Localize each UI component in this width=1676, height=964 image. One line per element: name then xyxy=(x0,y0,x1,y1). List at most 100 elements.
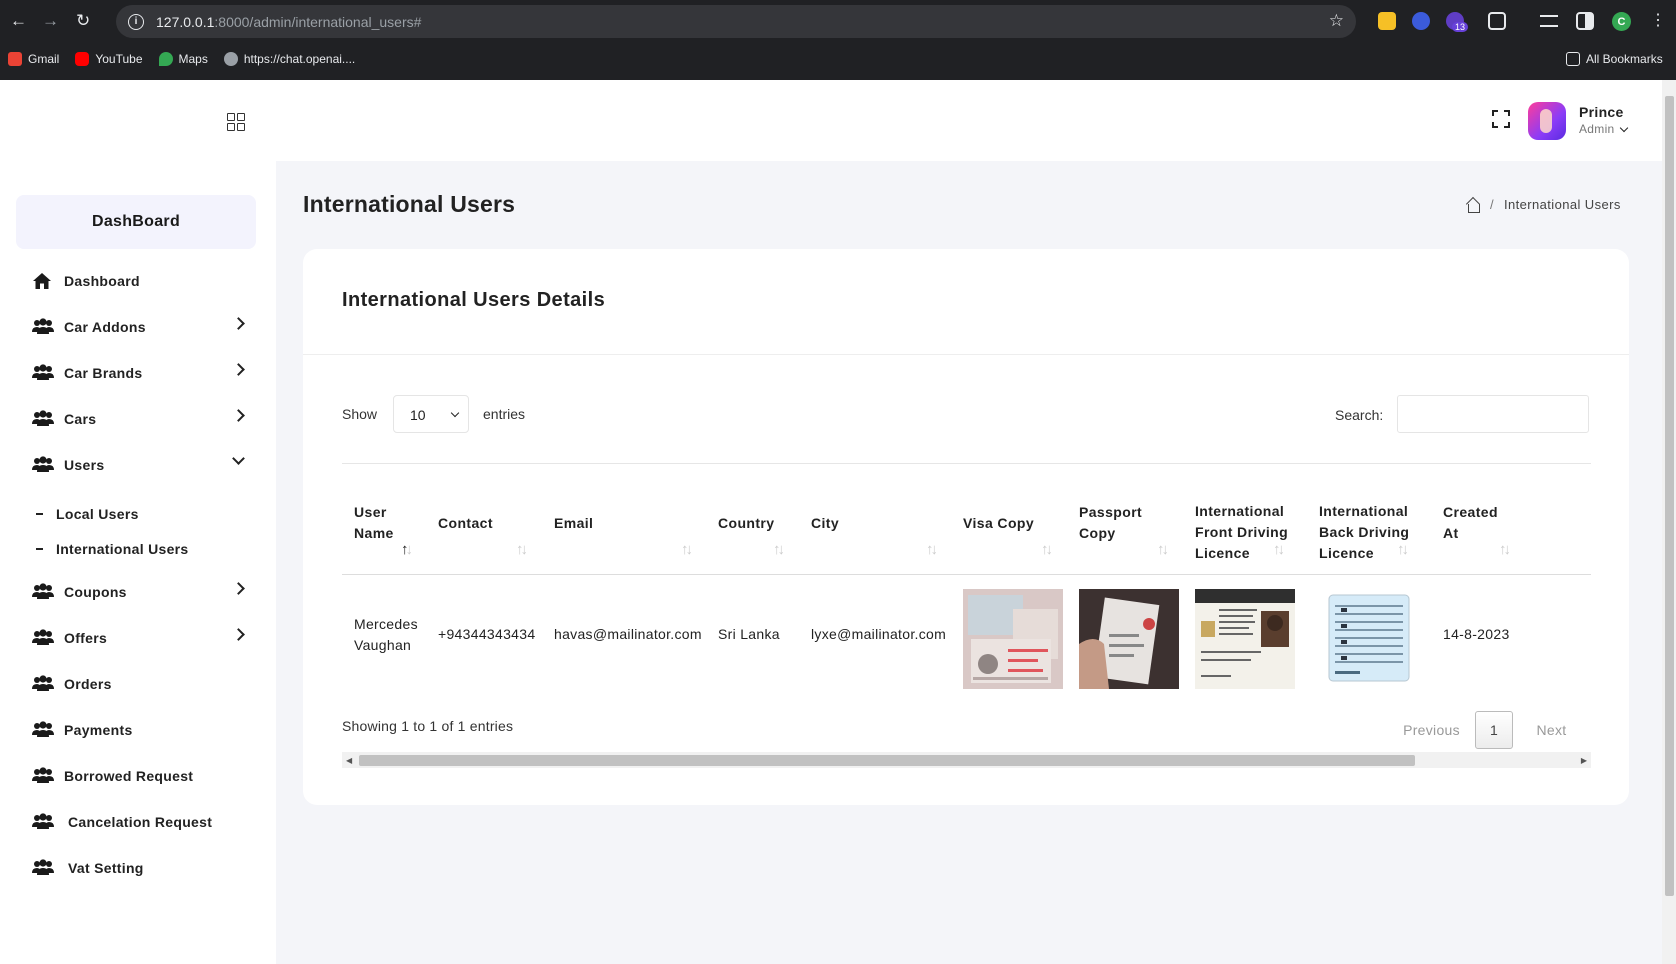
column-header-country[interactable]: Country ↑↓ xyxy=(718,464,798,574)
sidebar-item-orders[interactable]: Orders xyxy=(0,661,276,707)
bookmark-chatgpt[interactable]: https://chat.openai.... xyxy=(223,52,355,66)
visa-copy-image[interactable] xyxy=(963,589,1063,689)
sidebar-item-label: Car Brands xyxy=(64,365,143,381)
sidebar-subitem-international-users[interactable]: International Users xyxy=(0,531,276,566)
scroll-thumb[interactable] xyxy=(359,755,1415,766)
sort-icon: ↑↓ xyxy=(401,541,413,558)
home-icon[interactable] xyxy=(1466,198,1480,213)
extensions-puzzle-icon[interactable] xyxy=(1488,12,1506,30)
chevron-down-icon xyxy=(450,408,460,418)
users-icon xyxy=(32,410,54,428)
column-header-passport-copy[interactable]: Passport Copy ↑↓ xyxy=(1079,464,1179,574)
extension-icon[interactable] xyxy=(1412,12,1430,30)
next-button[interactable]: Next xyxy=(1513,711,1590,749)
extension-badge: 13 xyxy=(1452,22,1469,32)
topbar: Prince Admin xyxy=(276,80,1662,161)
sidebar-item-label: Cancelation Request xyxy=(68,814,213,830)
column-header-email[interactable]: Email ↑↓ xyxy=(554,464,704,574)
bookmark-maps[interactable]: Maps xyxy=(158,52,208,66)
scroll-right-arrow-icon[interactable]: ▶ xyxy=(1581,756,1587,765)
users-icon xyxy=(32,364,54,382)
sidebar-item-vat-setting[interactable]: Vat Setting xyxy=(0,845,276,891)
url-path: :8000/admin/international_users# xyxy=(214,13,422,30)
table-horizontal-scrollbar[interactable]: ◀ ▶ xyxy=(342,752,1591,768)
users-icon xyxy=(32,318,54,336)
sidebar-item-borrowed-request[interactable]: Borrowed Request xyxy=(0,753,276,799)
sidebar-subitem-label: Local Users xyxy=(56,505,139,522)
column-header-contact[interactable]: Contact ↑↓ xyxy=(438,464,538,574)
search-input[interactable] xyxy=(1397,395,1589,433)
bookmark-youtube[interactable]: YouTube xyxy=(75,52,143,66)
cell-contact: +94344343434 xyxy=(438,626,536,642)
column-header-front-licence[interactable]: International Front Driving Licence ↑↓ xyxy=(1195,464,1305,574)
back-icon[interactable]: ← xyxy=(10,12,27,30)
user-role-dropdown[interactable]: Admin xyxy=(1579,122,1628,136)
sidebar-brand[interactable]: DashBoard xyxy=(16,195,256,249)
page-title: International Users xyxy=(303,191,516,217)
column-header-visa-copy[interactable]: Visa Copy ↑↓ xyxy=(963,464,1063,574)
reading-list-icon[interactable] xyxy=(1540,15,1558,27)
back-licence-image[interactable] xyxy=(1319,589,1419,689)
sidebar-item-label: Offers xyxy=(64,630,108,646)
sort-icon: ↑↓ xyxy=(1041,541,1053,558)
column-header-created-at[interactable]: Created At ↑↓ xyxy=(1443,464,1523,574)
column-header-city[interactable]: City ↑↓ xyxy=(811,464,951,574)
page-1-button[interactable]: 1 xyxy=(1475,711,1513,749)
home-icon xyxy=(32,272,54,290)
previous-button[interactable]: Previous xyxy=(1388,711,1475,749)
sidebar-item-label: Users xyxy=(64,457,105,473)
sidebar-menu: Dashboard Car Addons Car Brands Cars Use… xyxy=(0,258,276,891)
sort-icon: ↑↓ xyxy=(1499,541,1511,558)
sidebar-item-car-addons[interactable]: Car Addons xyxy=(0,304,276,350)
info-icon[interactable]: i xyxy=(128,13,144,30)
users-icon xyxy=(32,813,54,831)
folder-icon xyxy=(1566,52,1580,66)
chevron-right-icon xyxy=(232,582,245,595)
chevron-right-icon xyxy=(232,317,245,330)
fullscreen-icon[interactable] xyxy=(1492,110,1510,128)
column-header-user-name[interactable]: User Name ↑↓ xyxy=(354,464,424,574)
front-licence-image[interactable] xyxy=(1195,589,1295,689)
chevron-down-icon xyxy=(232,452,245,465)
side-panel-icon[interactable] xyxy=(1576,12,1594,30)
kebab-menu-icon[interactable]: ⋮ xyxy=(1650,12,1666,30)
bookmark-star-icon[interactable]: ☆ xyxy=(1329,11,1344,31)
scroll-left-arrow-icon[interactable]: ◀ xyxy=(346,756,352,765)
page-vertical-scrollbar[interactable] xyxy=(1662,80,1676,964)
scroll-thumb[interactable] xyxy=(1665,96,1674,896)
sidebar-item-payments[interactable]: Payments xyxy=(0,707,276,753)
sidebar-item-cancelation-request[interactable]: Cancelation Request xyxy=(0,799,276,845)
sidebar-subitem-local-users[interactable]: Local Users xyxy=(0,496,276,531)
user-name[interactable]: Prince xyxy=(1579,104,1624,120)
search-label: Search: xyxy=(1335,407,1384,423)
chevron-right-icon xyxy=(232,409,245,422)
reload-icon[interactable]: ↻ xyxy=(76,12,90,30)
entries-select[interactable]: 10 xyxy=(393,395,469,433)
chevron-down-icon xyxy=(1619,123,1628,133)
sidebar-item-car-brands[interactable]: Car Brands xyxy=(0,350,276,396)
extension-icon[interactable] xyxy=(1378,12,1396,30)
avatar[interactable] xyxy=(1528,102,1566,140)
show-label: Show xyxy=(342,406,378,422)
sort-icon: ↑↓ xyxy=(1273,541,1285,558)
sidebar-item-dashboard[interactable]: Dashboard xyxy=(0,258,276,304)
bookmark-gmail[interactable]: Gmail xyxy=(8,52,59,66)
profile-avatar[interactable]: C xyxy=(1612,12,1631,31)
address-bar[interactable]: i 127.0.0.1:8000/admin/international_use… xyxy=(116,5,1356,38)
sidebar-item-users[interactable]: Users xyxy=(0,442,276,488)
sidebar-item-cars[interactable]: Cars xyxy=(0,396,276,442)
sidebar-item-coupons[interactable]: Coupons xyxy=(0,569,276,615)
column-header-back-licence[interactable]: International Back Driving Licence ↑↓ xyxy=(1319,464,1429,574)
grid-toggle-icon[interactable] xyxy=(227,113,245,131)
passport-copy-image[interactable] xyxy=(1079,589,1179,689)
dash-icon xyxy=(36,512,43,515)
cell-created-at: 14-8-2023 xyxy=(1443,626,1510,642)
all-bookmarks[interactable]: All Bookmarks xyxy=(1566,52,1663,66)
chatgpt-icon xyxy=(223,52,238,66)
chevron-right-icon xyxy=(232,628,245,641)
sidebar-item-offers[interactable]: Offers xyxy=(0,615,276,661)
pagination: Previous 1 Next xyxy=(1388,711,1590,749)
users-icon xyxy=(32,767,54,785)
forward-icon[interactable]: → xyxy=(42,12,59,30)
breadcrumb: / International Users xyxy=(1466,197,1621,213)
